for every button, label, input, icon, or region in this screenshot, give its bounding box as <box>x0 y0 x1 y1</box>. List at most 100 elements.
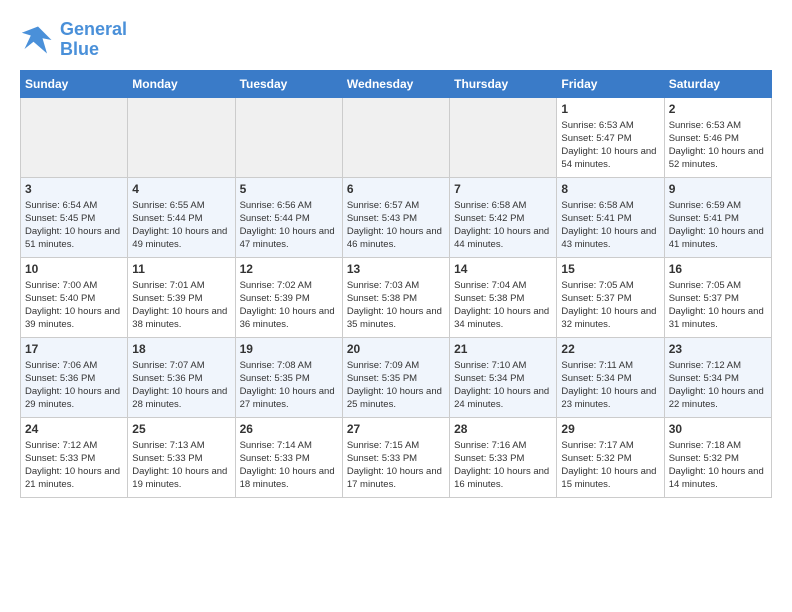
calendar-cell <box>21 97 128 177</box>
cell-info: Sunrise: 6:58 AM Sunset: 5:41 PM Dayligh… <box>561 199 659 252</box>
week-row-2: 3 Sunrise: 6:54 AM Sunset: 5:45 PM Daylig… <box>21 177 772 257</box>
calendar-cell: 30 Sunrise: 7:18 AM Sunset: 5:32 PM Dayli… <box>664 417 771 497</box>
calendar-cell: 16Sunrise: 7:05 AM Sunset: 5:37 PM Dayli… <box>664 257 771 337</box>
week-row-4: 17 Sunrise: 7:06 AM Sunset: 5:36 PM Dayli… <box>21 337 772 417</box>
calendar-cell: 23 Sunrise: 7:12 AM Sunset: 5:34 PM Dayli… <box>664 337 771 417</box>
cell-info: Sunrise: 7:11 AM Sunset: 5:34 PM Dayligh… <box>561 359 659 412</box>
calendar-cell: 4Sunrise: 6:55 AM Sunset: 5:44 PM Daylig… <box>128 177 235 257</box>
cell-info: Sunrise: 7:10 AM Sunset: 5:34 PM Dayligh… <box>454 359 552 412</box>
calendar-cell: 10 Sunrise: 7:00 AM Sunset: 5:40 PM Dayli… <box>21 257 128 337</box>
cell-info: Sunrise: 6:57 AM Sunset: 5:43 PM Dayligh… <box>347 199 445 252</box>
day-number: 26 <box>240 422 338 436</box>
day-number: 22 <box>561 342 659 356</box>
cell-info: Sunrise: 7:07 AM Sunset: 5:36 PM Dayligh… <box>132 359 230 412</box>
calendar-cell: 25 Sunrise: 7:13 AM Sunset: 5:33 PM Dayli… <box>128 417 235 497</box>
cell-info: Sunrise: 7:05 AM Sunset: 5:37 PM Dayligh… <box>561 279 659 332</box>
day-number: 21 <box>454 342 552 356</box>
cell-info: Sunrise: 7:12 AM Sunset: 5:33 PM Dayligh… <box>25 439 123 492</box>
calendar-cell: 17 Sunrise: 7:06 AM Sunset: 5:36 PM Dayli… <box>21 337 128 417</box>
day-number: 29 <box>561 422 659 436</box>
day-number: 8 <box>561 182 659 196</box>
cell-info: Sunrise: 6:56 AM Sunset: 5:44 PM Dayligh… <box>240 199 338 252</box>
cell-info: Sunrise: 7:13 AM Sunset: 5:33 PM Dayligh… <box>132 439 230 492</box>
cell-info: Sunrise: 6:54 AM Sunset: 5:45 PM Dayligh… <box>25 199 123 252</box>
week-row-3: 10 Sunrise: 7:00 AM Sunset: 5:40 PM Dayli… <box>21 257 772 337</box>
header-cell-wednesday: Wednesday <box>342 70 449 97</box>
calendar-cell: 6 Sunrise: 6:57 AM Sunset: 5:43 PM Daylig… <box>342 177 449 257</box>
calendar-cell <box>450 97 557 177</box>
calendar-cell: 8 Sunrise: 6:58 AM Sunset: 5:41 PM Daylig… <box>557 177 664 257</box>
calendar-cell <box>342 97 449 177</box>
cell-info: Sunrise: 7:00 AM Sunset: 5:40 PM Dayligh… <box>25 279 123 332</box>
calendar-cell: 14 Sunrise: 7:04 AM Sunset: 5:38 PM Dayli… <box>450 257 557 337</box>
day-number: 14 <box>454 262 552 276</box>
day-number: 11 <box>132 262 230 276</box>
day-number: 6 <box>347 182 445 196</box>
calendar-cell <box>128 97 235 177</box>
cell-info: Sunrise: 6:58 AM Sunset: 5:42 PM Dayligh… <box>454 199 552 252</box>
cell-info: Sunrise: 6:53 AM Sunset: 5:46 PM Dayligh… <box>669 119 767 172</box>
day-number: 18 <box>132 342 230 356</box>
day-number: 5 <box>240 182 338 196</box>
day-number: 4 <box>132 182 230 196</box>
calendar-cell: 2 Sunrise: 6:53 AM Sunset: 5:46 PM Daylig… <box>664 97 771 177</box>
calendar-cell: 26Sunrise: 7:14 AM Sunset: 5:33 PM Dayli… <box>235 417 342 497</box>
day-number: 17 <box>25 342 123 356</box>
cell-info: Sunrise: 7:02 AM Sunset: 5:39 PM Dayligh… <box>240 279 338 332</box>
day-number: 25 <box>132 422 230 436</box>
calendar-cell: 5 Sunrise: 6:56 AM Sunset: 5:44 PM Daylig… <box>235 177 342 257</box>
calendar-cell: 19 Sunrise: 7:08 AM Sunset: 5:35 PM Dayli… <box>235 337 342 417</box>
cell-info: Sunrise: 7:15 AM Sunset: 5:33 PM Dayligh… <box>347 439 445 492</box>
calendar-cell: 11 Sunrise: 7:01 AM Sunset: 5:39 PM Dayli… <box>128 257 235 337</box>
day-number: 24 <box>25 422 123 436</box>
calendar-cell: 9 Sunrise: 6:59 AM Sunset: 5:41 PM Daylig… <box>664 177 771 257</box>
calendar-cell: 28 Sunrise: 7:16 AM Sunset: 5:33 PM Dayli… <box>450 417 557 497</box>
calendar-cell: 22 Sunrise: 7:11 AM Sunset: 5:34 PM Dayli… <box>557 337 664 417</box>
calendar-cell: 20 Sunrise: 7:09 AM Sunset: 5:35 PM Dayli… <box>342 337 449 417</box>
day-number: 20 <box>347 342 445 356</box>
day-number: 19 <box>240 342 338 356</box>
cell-info: Sunrise: 6:53 AM Sunset: 5:47 PM Dayligh… <box>561 119 659 172</box>
calendar-cell: 21 Sunrise: 7:10 AM Sunset: 5:34 PM Dayli… <box>450 337 557 417</box>
cell-info: Sunrise: 6:59 AM Sunset: 5:41 PM Dayligh… <box>669 199 767 252</box>
day-number: 15 <box>561 262 659 276</box>
header-cell-monday: Monday <box>128 70 235 97</box>
page-header: General Blue <box>20 20 772 60</box>
calendar-cell: 12 Sunrise: 7:02 AM Sunset: 5:39 PM Dayli… <box>235 257 342 337</box>
logo-text: General Blue <box>60 20 127 60</box>
day-number: 27 <box>347 422 445 436</box>
cell-info: Sunrise: 7:16 AM Sunset: 5:33 PM Dayligh… <box>454 439 552 492</box>
cell-info: Sunrise: 7:06 AM Sunset: 5:36 PM Dayligh… <box>25 359 123 412</box>
calendar-cell: 1Sunrise: 6:53 AM Sunset: 5:47 PM Daylig… <box>557 97 664 177</box>
header-row: SundayMondayTuesdayWednesdayThursdayFrid… <box>21 70 772 97</box>
calendar-table: SundayMondayTuesdayWednesdayThursdayFrid… <box>20 70 772 498</box>
logo-icon <box>20 22 56 58</box>
day-number: 30 <box>669 422 767 436</box>
calendar-cell: 24 Sunrise: 7:12 AM Sunset: 5:33 PM Dayli… <box>21 417 128 497</box>
cell-info: Sunrise: 7:18 AM Sunset: 5:32 PM Dayligh… <box>669 439 767 492</box>
cell-info: Sunrise: 7:01 AM Sunset: 5:39 PM Dayligh… <box>132 279 230 332</box>
cell-info: Sunrise: 7:03 AM Sunset: 5:38 PM Dayligh… <box>347 279 445 332</box>
day-number: 28 <box>454 422 552 436</box>
day-number: 3 <box>25 182 123 196</box>
calendar-cell: 29 Sunrise: 7:17 AM Sunset: 5:32 PM Dayli… <box>557 417 664 497</box>
calendar-cell <box>235 97 342 177</box>
cell-info: Sunrise: 7:04 AM Sunset: 5:38 PM Dayligh… <box>454 279 552 332</box>
header-cell-saturday: Saturday <box>664 70 771 97</box>
calendar-cell: 13 Sunrise: 7:03 AM Sunset: 5:38 PM Dayli… <box>342 257 449 337</box>
cell-info: Sunrise: 7:17 AM Sunset: 5:32 PM Dayligh… <box>561 439 659 492</box>
header-cell-sunday: Sunday <box>21 70 128 97</box>
header-cell-thursday: Thursday <box>450 70 557 97</box>
header-cell-tuesday: Tuesday <box>235 70 342 97</box>
day-number: 10 <box>25 262 123 276</box>
day-number: 13 <box>347 262 445 276</box>
cell-info: Sunrise: 7:09 AM Sunset: 5:35 PM Dayligh… <box>347 359 445 412</box>
day-number: 16 <box>669 262 767 276</box>
day-number: 2 <box>669 102 767 116</box>
day-number: 12 <box>240 262 338 276</box>
cell-info: Sunrise: 7:12 AM Sunset: 5:34 PM Dayligh… <box>669 359 767 412</box>
day-number: 23 <box>669 342 767 356</box>
logo: General Blue <box>20 20 127 60</box>
day-number: 9 <box>669 182 767 196</box>
cell-info: Sunrise: 7:08 AM Sunset: 5:35 PM Dayligh… <box>240 359 338 412</box>
